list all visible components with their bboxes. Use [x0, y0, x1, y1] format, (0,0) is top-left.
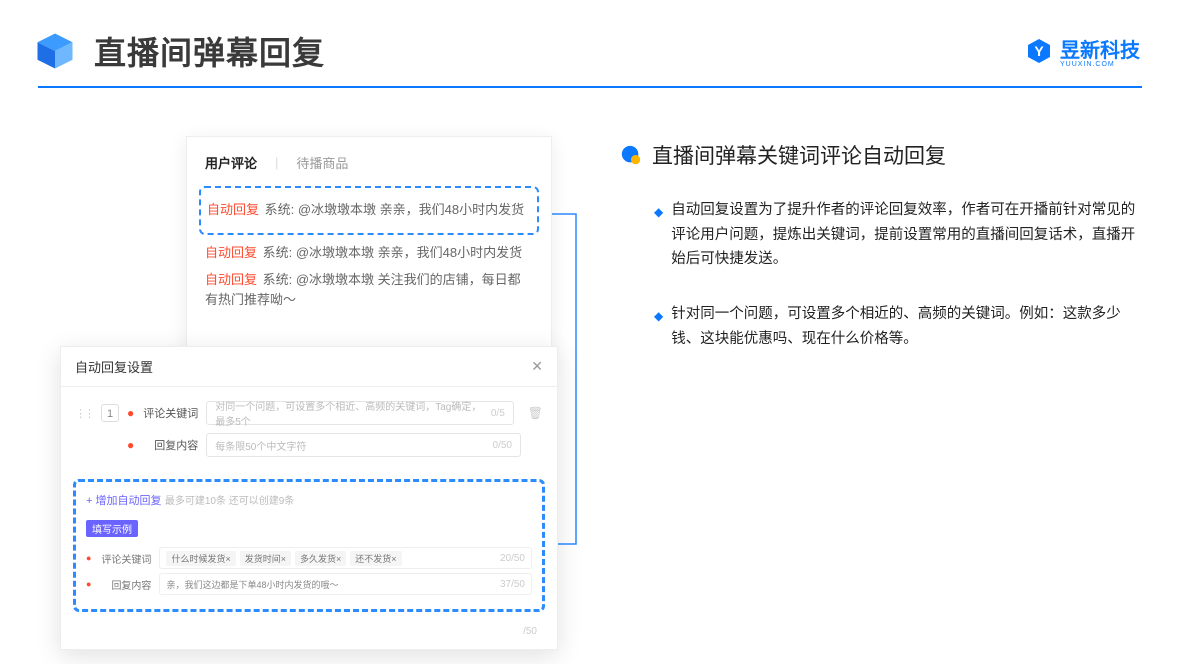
example-block: + 增加自动回复 最多可建10条 还可以创建9条 填写示例 ● 评论关键词 什么…: [73, 479, 545, 612]
tab-separator: |: [275, 155, 278, 170]
brand-name: 昱新科技: [1060, 40, 1140, 62]
message-row: 自动回复 系统: @冰墩墩本墩 亲亲，我们48小时内发货: [205, 243, 533, 264]
keyword-row: ⋮⋮ 1 ● 评论关键词 对同一个问题，可设置多个相近、高频的关键词，Tag确定…: [75, 401, 543, 425]
auto-reply-tag: 自动回复: [207, 202, 259, 217]
content-input[interactable]: 每条限50个中文字符 0/50: [206, 433, 521, 457]
brand-logo: Y 昱新科技 YUUXIN.COM: [1026, 34, 1140, 68]
keyword-label: 评论关键词: [142, 405, 198, 421]
tab-user-comments[interactable]: 用户评论: [205, 153, 257, 172]
message-text: 系统: @冰墩墩本墩 亲亲，我们48小时内发货: [265, 202, 525, 217]
close-icon[interactable]: ✕: [531, 358, 543, 375]
content-label: 回复内容: [142, 437, 198, 453]
delete-icon[interactable]: 🗑: [528, 406, 543, 420]
diamond-icon: ◆: [654, 202, 663, 272]
diamond-icon: ◆: [654, 306, 663, 351]
example-content-row: ● 回复内容 亲，我们这边都是下单48小时内发货的哦～ 37/50: [86, 573, 532, 595]
brand-icon: Y: [1026, 38, 1052, 64]
chip[interactable]: 发货时间×: [240, 551, 291, 566]
example-content-text: 亲，我们这边都是下单48小时内发货的哦～ 37/50: [159, 573, 532, 595]
content-row: ● 回复内容 每条限50个中文字符 0/50: [75, 433, 543, 457]
highlighted-message: 自动回复 系统: @冰墩墩本墩 亲亲，我们48小时内发货: [199, 186, 539, 235]
add-note: 最多可建10条 还可以创建9条: [165, 496, 294, 507]
message-row: 自动回复 系统: @冰墩墩本墩 关注我们的店铺，每日都有热门推荐呦～: [205, 270, 533, 312]
comments-panel: 用户评论 | 待播商品 自动回复 系统: @冰墩墩本墩 亲亲，我们48小时内发货…: [186, 136, 552, 366]
page-title: 直播间弹幕回复: [94, 28, 325, 74]
tab-pending-products[interactable]: 待播商品: [296, 153, 348, 172]
add-auto-reply-link[interactable]: + 增加自动回复: [86, 495, 161, 507]
example-keyword-row: ● 评论关键词 什么时候发货× 发货时间× 多久发货× 还不发货× 20/50: [86, 547, 532, 569]
chip[interactable]: 什么时候发货×: [166, 551, 235, 566]
chip[interactable]: 还不发货×: [350, 551, 401, 566]
settings-panel: 自动回复设置 ✕ ⋮⋮ 1 ● 评论关键词 对同一个问题，可设置多个相近、高频的…: [60, 346, 558, 650]
footer-count: /50: [61, 626, 557, 649]
bullet-item: ◆ 针对同一个问题，可设置多个相近的、高频的关键词。例如：这款多少钱、这块能优惠…: [654, 302, 1140, 351]
row-index: 1: [101, 404, 119, 422]
svg-text:Y: Y: [1034, 43, 1044, 59]
bullet-item: ◆ 自动回复设置为了提升作者的评论回复效率，作者可在开播前针对常见的评论用户问题…: [654, 198, 1140, 272]
chip[interactable]: 多久发货×: [295, 551, 346, 566]
example-badge: 填写示例: [86, 520, 138, 537]
section-title: 直播间弹幕关键词评论自动回复: [652, 140, 946, 170]
drag-handle-icon[interactable]: ⋮⋮: [75, 407, 93, 420]
required-marker: ●: [127, 406, 134, 420]
bullet-icon: [620, 144, 642, 166]
brand-sub: YUUXIN.COM: [1060, 61, 1140, 68]
cube-icon: [34, 30, 76, 72]
keyword-input[interactable]: 对同一个问题，可设置多个相近、高频的关键词，Tag确定，最多5个 0/5: [206, 401, 514, 425]
example-keyword-chips: 什么时候发货× 发货时间× 多久发货× 还不发货× 20/50: [159, 547, 532, 569]
settings-title: 自动回复设置: [75, 357, 153, 376]
